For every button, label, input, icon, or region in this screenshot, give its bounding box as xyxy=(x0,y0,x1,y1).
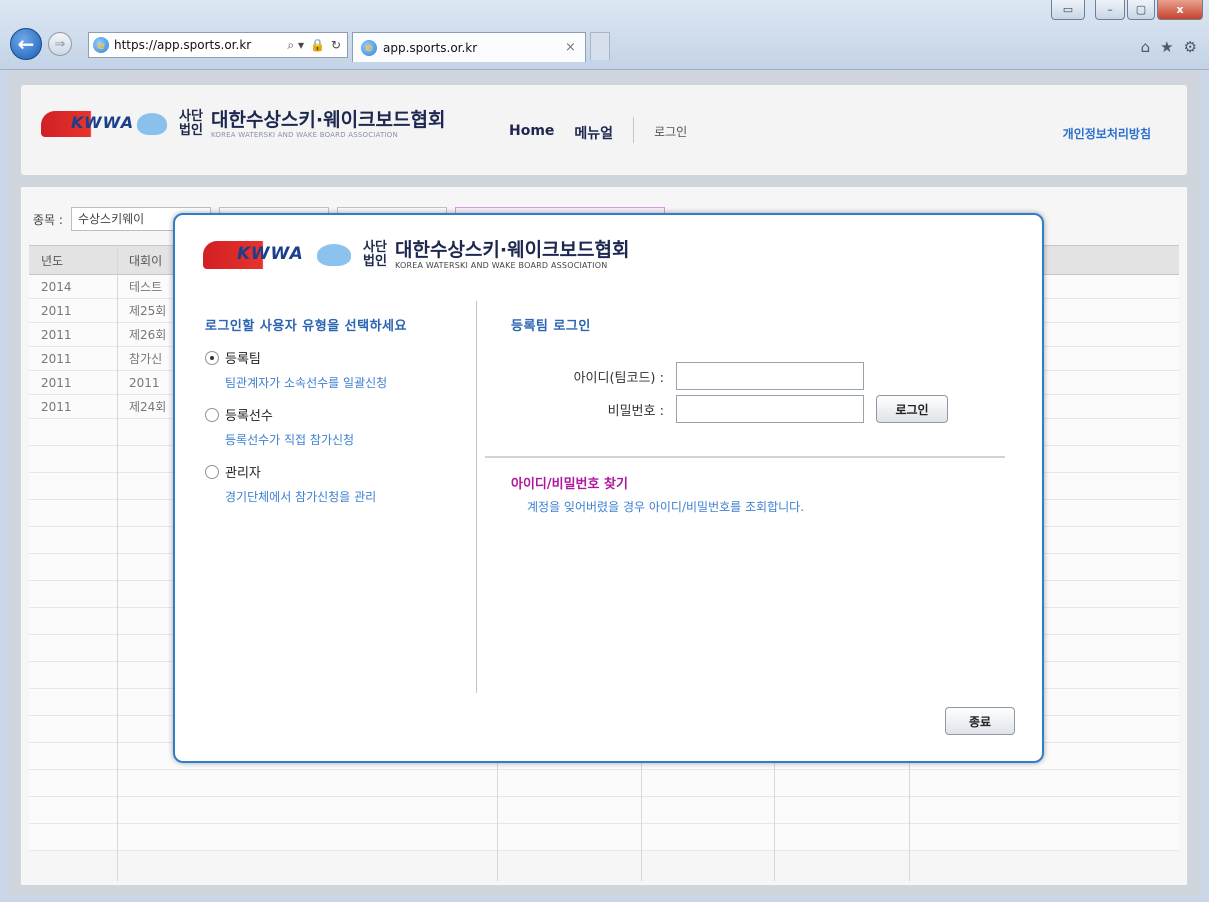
row-year: 2011 xyxy=(41,351,72,366)
nav-login[interactable]: 로그인 xyxy=(654,123,687,143)
dialog-divider xyxy=(476,301,477,693)
close-window-button[interactable]: x xyxy=(1157,0,1203,20)
radio-team[interactable] xyxy=(205,350,219,365)
option-player[interactable]: 등록선수 등록선수가 직접 참가신청 xyxy=(205,405,477,448)
search-icon[interactable]: ⌕ ▾ xyxy=(287,38,304,53)
close-button[interactable]: 종료 xyxy=(945,707,1015,735)
org-name: 대한수상스키·웨이크보드협회 xyxy=(395,239,630,261)
nav-separator xyxy=(633,117,635,143)
password-label: 비밀번호 : xyxy=(607,403,664,419)
radio-player[interactable] xyxy=(205,407,219,422)
restore-icon[interactable]: ▭ xyxy=(1051,0,1085,20)
browser-chrome: ▭ – ▢ x ← ⇒ e https://app.sports.or.kr ⌕… xyxy=(0,0,1209,70)
dialog-logo: KWWA 사단법인 대한수상스키·웨이크보드협회 KOREA WATERSKI … xyxy=(203,239,629,270)
row-year: 2011 xyxy=(41,327,72,342)
nav-home[interactable]: Home xyxy=(509,123,554,143)
lock-icon[interactable]: 🔒 xyxy=(310,38,325,53)
row-year: 2011 xyxy=(41,399,72,414)
radio-admin[interactable] xyxy=(205,464,219,479)
favorites-star-icon[interactable]: ★ xyxy=(1160,38,1173,56)
login-dialog: KWWA 사단법인 대한수상스키·웨이크보드협회 KOREA WATERSKI … xyxy=(173,213,1044,763)
address-bar[interactable]: e https://app.sports.or.kr ⌕ ▾ 🔒 ↻ xyxy=(88,32,348,58)
row-year: 2011 xyxy=(41,303,72,318)
row-year: 2011 xyxy=(41,375,72,390)
user-type-heading: 로그인할 사용자 유형을 선택하세요 xyxy=(205,319,407,334)
option-player-label[interactable]: 등록선수 xyxy=(225,405,273,424)
option-team-desc: 팀관계자가 소속선수를 일괄신청 xyxy=(225,376,388,390)
password-row: 비밀번호 : 로그인 xyxy=(511,395,948,423)
address-tools: ⌕ ▾ 🔒 ↻ xyxy=(287,38,347,53)
find-account-link[interactable]: 아이디/비밀번호 찾기 xyxy=(511,473,628,492)
logo-text: KWWA xyxy=(237,243,304,264)
home-icon[interactable]: ⌂ xyxy=(1141,38,1151,56)
privacy-policy-link[interactable]: 개인정보처리방침 xyxy=(1063,125,1151,142)
window-controls: ▭ – ▢ x xyxy=(1051,0,1203,20)
user-type-panel: 로그인할 사용자 유형을 선택하세요 등록팀 팀관계자가 소속선수를 일괄신청 … xyxy=(205,315,477,505)
forward-button[interactable]: ⇒ xyxy=(48,32,72,56)
find-account-desc: 계정을 잊어버렸을 경우 아이디/비밀번호를 조회합니다. xyxy=(527,500,805,514)
logo-text: KWWA xyxy=(71,113,135,132)
maximize-button[interactable]: ▢ xyxy=(1127,0,1155,20)
tab-close-icon[interactable]: × xyxy=(565,40,585,55)
id-label: 아이디(팀코드) : xyxy=(573,370,664,386)
org-type: 사단법인 xyxy=(363,239,387,269)
back-button[interactable]: ← xyxy=(10,28,42,60)
settings-gear-icon[interactable]: ⚙ xyxy=(1184,38,1197,56)
password-input[interactable] xyxy=(676,395,864,423)
org-type: 사단법인 xyxy=(179,109,203,138)
header-nav: Home 메뉴얼 로그인 xyxy=(509,117,687,143)
browser-tab[interactable]: e app.sports.or.kr × xyxy=(352,32,586,62)
table-row-empty xyxy=(29,797,1179,824)
option-admin-label[interactable]: 관리자 xyxy=(225,462,261,481)
org-name-en: KOREA WATERSKI AND WAKE BOARD ASSOCIATIO… xyxy=(211,131,398,139)
kwwa-logo-icon: KWWA xyxy=(203,240,311,269)
logo-text-block: 사단법인 대한수상스키·웨이크보드협회 KOREA WATERSKI AND W… xyxy=(363,239,629,270)
browser-toolbar-right: ⌂ ★ ⚙ xyxy=(1141,38,1197,56)
ie-icon: e xyxy=(93,37,109,53)
wave-icon xyxy=(317,243,351,266)
nav-manual[interactable]: 메뉴얼 xyxy=(574,123,613,143)
address-url[interactable]: https://app.sports.or.kr xyxy=(114,38,287,52)
tab-title: app.sports.or.kr xyxy=(383,40,478,55)
site-header: KWWA 사단법인 대한수상스키·웨이크보드협회 KOREA WATERSKI … xyxy=(20,84,1188,176)
tab-favicon-icon: e xyxy=(361,39,377,56)
row-year: 2014 xyxy=(41,279,72,294)
wave-icon xyxy=(137,113,167,135)
new-tab-button[interactable] xyxy=(590,32,610,60)
col-year: 년도 xyxy=(41,253,64,268)
id-input[interactable] xyxy=(676,362,864,390)
minimize-button[interactable]: – xyxy=(1095,0,1125,20)
option-team[interactable]: 등록팀 팀관계자가 소속선수를 일괄신청 xyxy=(205,348,477,391)
org-name: 대한수상스키·웨이크보드협회 xyxy=(211,109,446,131)
option-player-desc: 등록선수가 직접 참가신청 xyxy=(225,433,355,447)
filter-label: 종목 : xyxy=(33,212,63,227)
option-admin-desc: 경기단체에서 참가신청을 관리 xyxy=(225,490,377,504)
id-row: 아이디(팀코드) : xyxy=(511,362,864,390)
kwwa-logo-icon: KWWA xyxy=(41,111,135,137)
org-name-en: KOREA WATERSKI AND WAKE BOARD ASSOCIATIO… xyxy=(395,261,608,270)
option-team-label[interactable]: 등록팀 xyxy=(225,348,261,367)
table-row-empty xyxy=(29,824,1179,851)
logo-text-block: 사단법인 대한수상스키·웨이크보드협회 KOREA WATERSKI AND W… xyxy=(179,109,445,139)
form-divider xyxy=(485,456,1005,458)
option-admin[interactable]: 관리자 경기단체에서 참가신청을 관리 xyxy=(205,462,477,505)
table-row-empty xyxy=(29,770,1179,797)
login-heading: 등록팀 로그인 xyxy=(511,319,591,334)
site-logo[interactable]: KWWA 사단법인 대한수상스키·웨이크보드협회 KOREA WATERSKI … xyxy=(41,109,445,139)
login-button[interactable]: 로그인 xyxy=(876,395,948,423)
refresh-icon[interactable]: ↻ xyxy=(331,38,341,53)
